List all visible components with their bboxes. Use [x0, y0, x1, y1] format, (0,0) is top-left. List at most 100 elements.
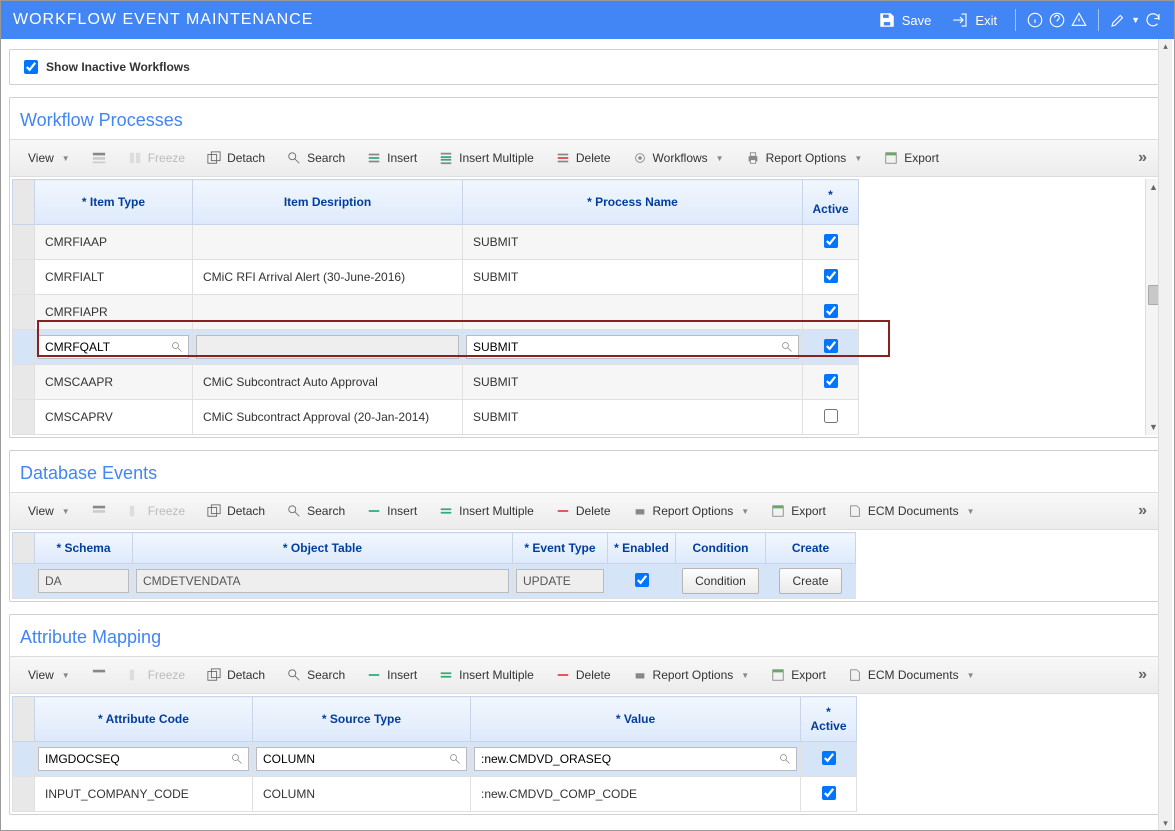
- col-value[interactable]: * Value: [471, 697, 801, 742]
- detach-button[interactable]: Detach: [197, 664, 275, 686]
- exit-icon: [951, 11, 969, 29]
- search-icon: [287, 504, 301, 518]
- attr-code-input[interactable]: [38, 747, 249, 771]
- exit-button[interactable]: Exit: [943, 7, 1005, 33]
- table-row[interactable]: [13, 330, 859, 365]
- source-type-input[interactable]: [256, 747, 467, 771]
- col-create[interactable]: Create: [766, 533, 856, 564]
- active-checkbox[interactable]: [824, 234, 838, 248]
- help-icon[interactable]: [1048, 11, 1066, 29]
- view-menu[interactable]: View▼: [18, 664, 80, 686]
- table-row[interactable]: INPUT_COMPANY_CODE COLUMN :new.CMDVD_COM…: [13, 777, 857, 812]
- toolbar-overflow[interactable]: »: [1132, 666, 1153, 684]
- active-checkbox[interactable]: [824, 339, 838, 353]
- col-active[interactable]: * Active: [803, 180, 859, 225]
- save-button[interactable]: Save: [870, 7, 940, 33]
- view-menu[interactable]: View▼: [18, 147, 80, 169]
- report-options-button[interactable]: Report Options▼: [623, 664, 760, 686]
- condition-button[interactable]: Condition: [682, 568, 759, 594]
- search-button[interactable]: Search: [277, 664, 355, 686]
- detach-icon: [207, 504, 221, 518]
- col-active[interactable]: * Active: [801, 697, 857, 742]
- detach-button[interactable]: Detach: [197, 147, 275, 169]
- report-options-button[interactable]: Report Options▼: [736, 147, 873, 169]
- process-name-input[interactable]: [466, 335, 799, 359]
- col-source-type[interactable]: * Source Type: [253, 697, 471, 742]
- active-checkbox[interactable]: [824, 304, 838, 318]
- active-checkbox[interactable]: [822, 751, 836, 765]
- insert-button[interactable]: Insert: [357, 147, 427, 169]
- enabled-checkbox[interactable]: [635, 573, 649, 587]
- table-row[interactable]: CMSCAPRVCMiC Subcontract Approval (20-Ja…: [13, 400, 859, 435]
- db-toolbar: View▼ Freeze Detach Search Insert Insert…: [10, 492, 1161, 530]
- ecm-documents-button[interactable]: ECM Documents▼: [838, 664, 985, 686]
- save-icon: [878, 11, 896, 29]
- search-button[interactable]: Search: [277, 500, 355, 522]
- workflows-button[interactable]: Workflows▼: [623, 147, 734, 169]
- print-icon: [633, 504, 647, 518]
- item-type-input[interactable]: [38, 335, 189, 359]
- refresh-icon[interactable]: [1144, 11, 1162, 29]
- export-button[interactable]: Export: [761, 664, 836, 686]
- insert-multiple-button[interactable]: Insert Multiple: [429, 500, 544, 522]
- delete-button[interactable]: Delete: [546, 500, 621, 522]
- page-scrollbar[interactable]: ▴ ▾: [1158, 39, 1172, 830]
- dropdown-caret-icon[interactable]: ▼: [1131, 15, 1140, 25]
- create-button[interactable]: Create: [779, 568, 841, 594]
- delete-icon: [556, 668, 570, 682]
- insert-button[interactable]: Insert: [357, 664, 427, 686]
- export-button[interactable]: Export: [874, 147, 949, 169]
- format-button[interactable]: [82, 147, 116, 169]
- insert-multiple-button[interactable]: Insert Multiple: [429, 147, 544, 169]
- insert-button[interactable]: Insert: [357, 500, 427, 522]
- active-checkbox[interactable]: [824, 269, 838, 283]
- freeze-icon: [128, 151, 142, 165]
- attribute-mapping-panel: Attribute Mapping View▼ Freeze Detach Se…: [9, 614, 1162, 815]
- table-row[interactable]: CMSCAAPRCMiC Subcontract Auto ApprovalSU…: [13, 365, 859, 400]
- ecm-documents-button[interactable]: ECM Documents▼: [838, 500, 985, 522]
- active-checkbox[interactable]: [824, 374, 838, 388]
- document-icon: [848, 668, 862, 682]
- delete-button[interactable]: Delete: [546, 147, 621, 169]
- active-checkbox[interactable]: [824, 409, 838, 423]
- toolbar-overflow[interactable]: »: [1132, 149, 1153, 167]
- table-row[interactable]: CMRFIAAPSUBMIT: [13, 225, 859, 260]
- table-row[interactable]: CMRFIALTCMiC RFI Arrival Alert (30-June-…: [13, 260, 859, 295]
- col-process-name[interactable]: * Process Name: [463, 180, 803, 225]
- format-button[interactable]: [82, 500, 116, 522]
- col-event-type[interactable]: * Event Type: [513, 533, 608, 564]
- col-condition[interactable]: Condition: [676, 533, 766, 564]
- report-options-button[interactable]: Report Options▼: [623, 500, 760, 522]
- detach-button[interactable]: Detach: [197, 500, 275, 522]
- col-object-table[interactable]: * Object Table: [133, 533, 513, 564]
- toolbar-overflow[interactable]: »: [1132, 502, 1153, 520]
- wf-processes-grid: * Item Type Item Desription * Process Na…: [12, 179, 859, 435]
- col-attr-code[interactable]: * Attribute Code: [35, 697, 253, 742]
- col-enabled[interactable]: * Enabled: [608, 533, 676, 564]
- table-row[interactable]: [13, 742, 857, 777]
- col-item-type[interactable]: * Item Type: [35, 180, 193, 225]
- scroll-up-icon[interactable]: ▴: [1159, 39, 1172, 53]
- delete-icon: [556, 151, 570, 165]
- show-inactive-checkbox[interactable]: [24, 60, 38, 74]
- active-checkbox[interactable]: [822, 786, 836, 800]
- insert-multiple-icon: [439, 151, 453, 165]
- col-item-desc[interactable]: Item Desription: [193, 180, 463, 225]
- insert-multiple-button[interactable]: Insert Multiple: [429, 664, 544, 686]
- document-icon: [848, 504, 862, 518]
- table-row[interactable]: Condition Create: [13, 564, 856, 599]
- view-menu[interactable]: View▼: [18, 500, 80, 522]
- scroll-down-icon[interactable]: ▾: [1159, 816, 1172, 830]
- value-input[interactable]: [474, 747, 797, 771]
- format-button[interactable]: [82, 664, 116, 686]
- delete-button[interactable]: Delete: [546, 664, 621, 686]
- info-icon[interactable]: [1026, 11, 1044, 29]
- alert-icon[interactable]: [1070, 11, 1088, 29]
- export-button[interactable]: Export: [761, 500, 836, 522]
- col-schema[interactable]: * Schema: [35, 533, 133, 564]
- edit-icon[interactable]: [1109, 11, 1127, 29]
- search-button[interactable]: Search: [277, 147, 355, 169]
- print-icon: [633, 668, 647, 682]
- table-row[interactable]: CMRFIAPR: [13, 295, 859, 330]
- attribute-mapping-title: Attribute Mapping: [10, 615, 1161, 656]
